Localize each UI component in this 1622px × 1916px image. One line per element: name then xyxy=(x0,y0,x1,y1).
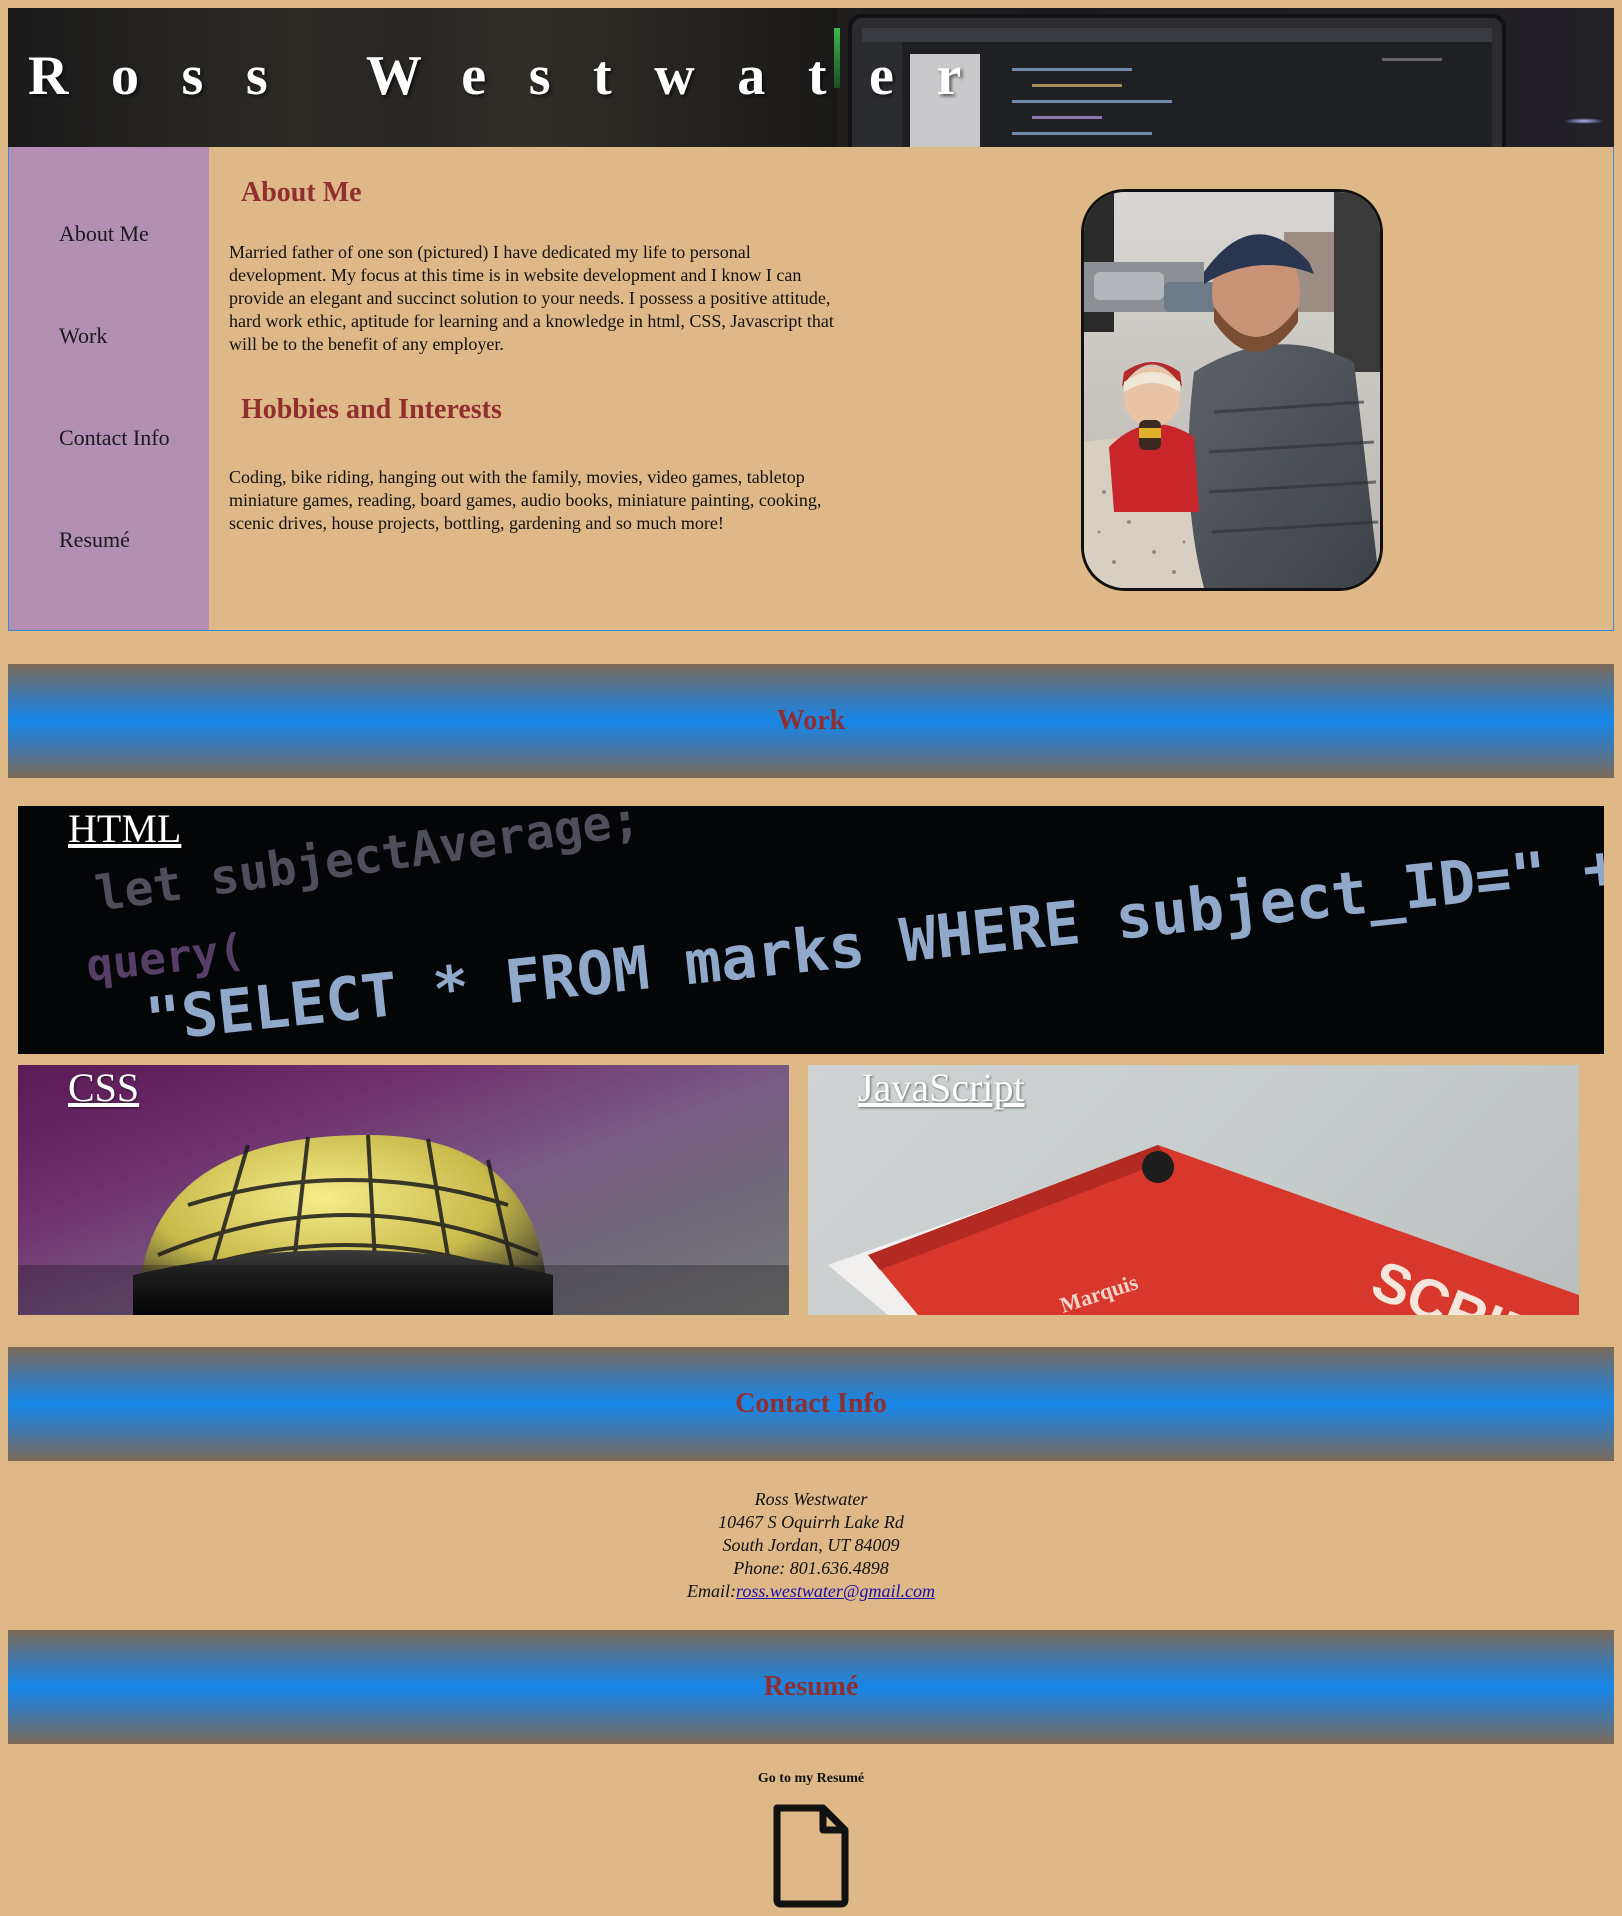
profile-photo-image xyxy=(1084,192,1380,588)
header-light xyxy=(1564,118,1604,124)
contact-heading: Contact Info xyxy=(735,1388,887,1419)
sidebar-item-about-me[interactable]: About Me xyxy=(59,221,149,247)
contact-banner: Contact Info xyxy=(8,1347,1614,1461)
profile-photo xyxy=(1081,189,1383,591)
work-banner: Work xyxy=(8,664,1614,778)
sidebar-item-work[interactable]: Work xyxy=(59,323,107,349)
file-icon[interactable] xyxy=(771,1804,851,1908)
screen-code-line xyxy=(1032,116,1102,119)
sidebar-item-contact-info[interactable]: Contact Info xyxy=(59,425,170,451)
hobbies-text: Coding, bike riding, hanging out with th… xyxy=(229,467,822,533)
javascript-tile-label[interactable]: JavaScript xyxy=(858,1065,1025,1111)
resume-heading: Resumé xyxy=(763,1671,859,1702)
resume-caption: Go to my Resumé xyxy=(757,1771,865,1786)
contact-city: South Jordan, UT 84009 xyxy=(722,1535,900,1555)
css-project-tile[interactable]: CSS xyxy=(18,1065,789,1315)
contact-email-label: Email: xyxy=(687,1581,737,1601)
hobbies-heading: Hobbies and Interests xyxy=(241,394,502,425)
contact-name: Ross Westwater xyxy=(754,1489,868,1509)
html-tile-label[interactable]: HTML xyxy=(68,806,181,852)
code-image: let subjectAverage; query( "SELECT * FRO… xyxy=(18,806,1604,1054)
about-heading: About Me xyxy=(241,177,362,208)
javascript-project-tile[interactable]: SCRIPT FOR Marquis JavaScript xyxy=(808,1065,1579,1315)
site-header: Ross Westwater xyxy=(8,8,1614,147)
sidebar-item-resume[interactable]: Resumé xyxy=(59,527,130,553)
site-title: Ross Westwater xyxy=(28,45,1004,107)
contact-phone: Phone: 801.636.4898 xyxy=(733,1558,889,1578)
contact-details: Ross Westwater 10467 S Oquirrh Lake Rd S… xyxy=(0,1488,1622,1603)
contact-email-row: Email:ross.westwater@gmail.com xyxy=(0,1580,1622,1603)
css-tile-label[interactable]: CSS xyxy=(68,1065,139,1111)
sidebar-nav: About Me Work Contact Info Resumé xyxy=(9,147,209,630)
about-text: Married father of one son (pictured) I h… xyxy=(229,242,834,354)
about-section: About Me Work Contact Info Resumé About … xyxy=(8,147,1614,631)
screen-code-line xyxy=(1012,132,1152,135)
screen-code-line xyxy=(1382,58,1442,61)
screen-code-line xyxy=(1012,100,1172,103)
resume-banner: Resumé xyxy=(8,1630,1614,1744)
screen-menubar xyxy=(862,28,1492,42)
contact-email-link[interactable]: ross.westwater@gmail.com xyxy=(736,1581,935,1601)
html-project-tile[interactable]: let subjectAverage; query( "SELECT * FRO… xyxy=(18,806,1604,1054)
work-heading: Work xyxy=(776,705,846,736)
screen-code-line xyxy=(1032,84,1122,87)
contact-street: 10467 S Oquirrh Lake Rd xyxy=(718,1512,904,1532)
screen-code-line xyxy=(1012,68,1132,71)
